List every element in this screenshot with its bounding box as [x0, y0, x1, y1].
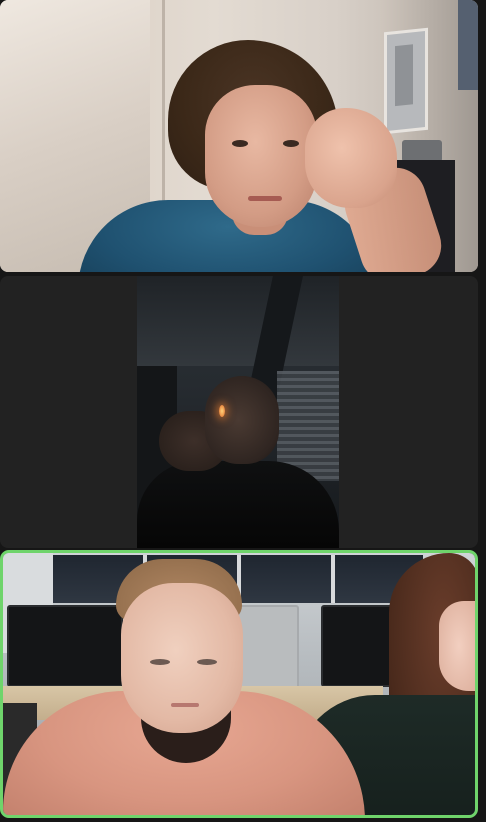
- video-call-gallery: [0, 0, 486, 822]
- participant-video-tile-2[interactable]: [0, 276, 478, 548]
- monitor: [7, 605, 123, 687]
- window: [458, 0, 478, 90]
- participant-eye: [232, 140, 248, 147]
- participant-face: [121, 583, 243, 733]
- participant-eye: [283, 140, 299, 147]
- second-person-face: [439, 601, 475, 691]
- participant-eye: [150, 659, 170, 665]
- lighter-flame: [219, 405, 225, 417]
- shelf-items: [402, 140, 442, 162]
- portrait-video-feed: [137, 276, 339, 548]
- ceiling: [137, 276, 339, 366]
- picture-frame: [384, 27, 428, 135]
- participant-mouth: [171, 703, 199, 707]
- computer-back: [235, 605, 299, 693]
- participant-mouth: [248, 196, 282, 201]
- participant-face: [205, 85, 317, 227]
- participant-body: [137, 461, 339, 548]
- participant-video-tile-1[interactable]: [0, 0, 478, 272]
- participant-eye: [197, 659, 217, 665]
- participant-head: [205, 376, 279, 464]
- participant-hand: [305, 108, 397, 208]
- participant-video-tile-3-active-speaker[interactable]: [0, 550, 478, 818]
